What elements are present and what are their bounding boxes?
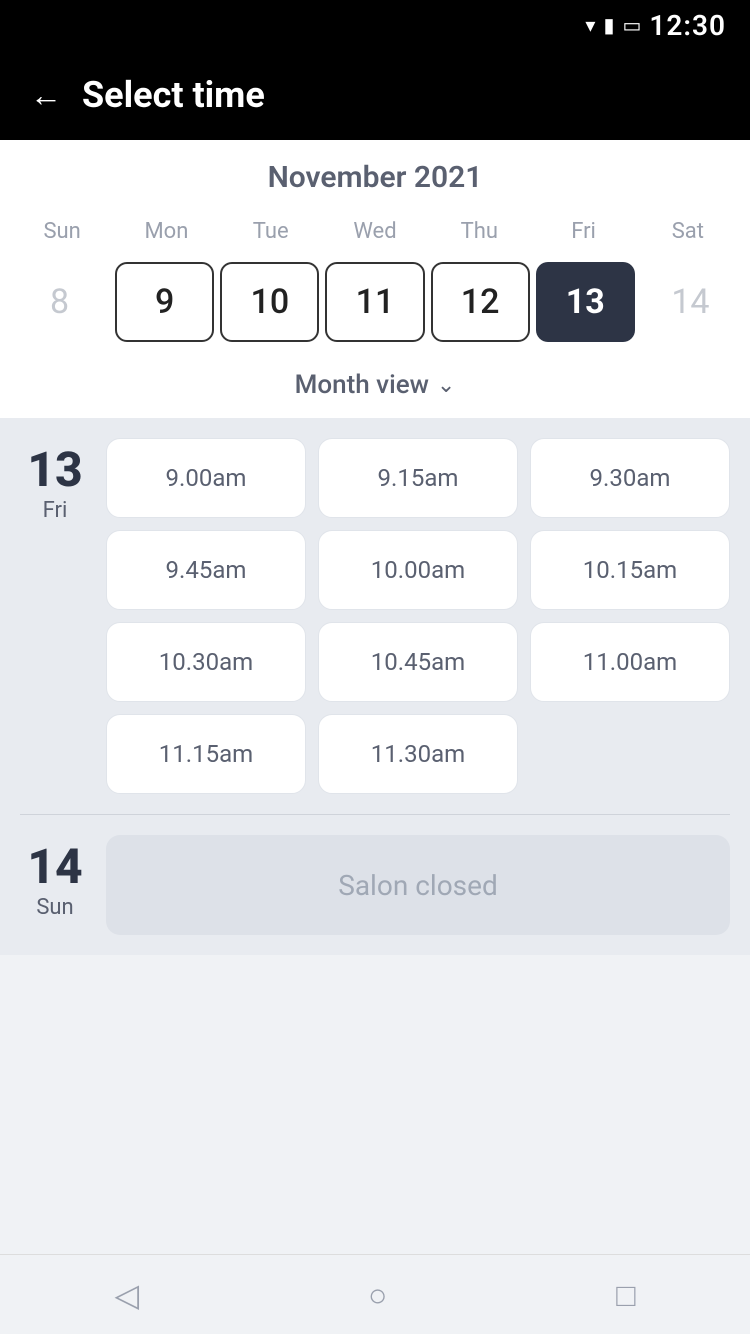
bottom-nav: ◁ ○ □ <box>0 1254 750 1334</box>
time-slot-1015[interactable]: 10.15am <box>530 530 730 610</box>
signal-icon: ▮ <box>603 13 614 37</box>
day-number-14: 14 <box>27 843 82 891</box>
time-slot-1030[interactable]: 10.30am <box>106 622 306 702</box>
day-block-13: 13 Fri 9.00am 9.15am 9.30am 9.45am 10.00… <box>20 438 730 794</box>
time-slot-900[interactable]: 9.00am <box>106 438 306 518</box>
day-name-sun: Sun <box>36 895 73 920</box>
day-label-14: 14 Sun <box>20 835 90 935</box>
day-headers: Sun Mon Tue Wed Thu Fri Sat <box>0 211 750 252</box>
header: ← Select time <box>0 50 750 140</box>
time-section: 13 Fri 9.00am 9.15am 9.30am 9.45am 10.00… <box>0 418 750 955</box>
day-header-wed: Wed <box>323 211 427 252</box>
time-slot-945[interactable]: 9.45am <box>106 530 306 610</box>
status-icons: ▾ ▮ ▭ 12:30 <box>585 9 726 42</box>
battery-icon: ▭ <box>622 13 641 37</box>
wifi-icon: ▾ <box>585 13 595 37</box>
time-grid-13: 9.00am 9.15am 9.30am 9.45am 10.00am 10.1… <box>106 438 730 794</box>
day-header-thu: Thu <box>427 211 531 252</box>
recent-nav-icon[interactable]: □ <box>616 1276 635 1314</box>
day-header-mon: Mon <box>114 211 218 252</box>
home-nav-icon[interactable]: ○ <box>368 1276 387 1314</box>
month-view-toggle[interactable]: Month view ⌄ <box>0 358 750 418</box>
day-header-sat: Sat <box>636 211 740 252</box>
month-title: November 2021 <box>0 160 750 195</box>
day-name-fri: Fri <box>43 498 68 523</box>
time-slot-1115[interactable]: 11.15am <box>106 714 306 794</box>
date-cell-12[interactable]: 12 <box>431 262 530 342</box>
day-header-fri: Fri <box>531 211 635 252</box>
date-cell-13[interactable]: 13 <box>536 262 635 342</box>
day-number-13: 13 <box>27 446 82 494</box>
status-bar: ▾ ▮ ▭ 12:30 <box>0 0 750 50</box>
date-cell-11[interactable]: 11 <box>325 262 424 342</box>
time-slot-1000[interactable]: 10.00am <box>318 530 518 610</box>
back-button[interactable]: ← <box>30 76 62 114</box>
day-label-13: 13 Fri <box>20 438 90 794</box>
back-nav-icon[interactable]: ◁ <box>114 1276 139 1314</box>
chevron-down-icon: ⌄ <box>437 373 455 398</box>
date-row: 8 9 10 11 12 13 14 <box>0 252 750 358</box>
calendar-section: November 2021 Sun Mon Tue Wed Thu Fri Sa… <box>0 140 750 418</box>
date-cell-9[interactable]: 9 <box>115 262 214 342</box>
section-divider <box>20 814 730 815</box>
month-view-label: Month view <box>295 370 429 400</box>
status-time: 12:30 <box>649 9 726 42</box>
date-cell-14[interactable]: 14 <box>641 262 740 342</box>
date-cell-8[interactable]: 8 <box>10 262 109 342</box>
date-cell-10[interactable]: 10 <box>220 262 319 342</box>
time-slot-1100[interactable]: 11.00am <box>530 622 730 702</box>
day-block-14: 14 Sun Salon closed <box>20 835 730 935</box>
time-slot-930[interactable]: 9.30am <box>530 438 730 518</box>
time-slot-1045[interactable]: 10.45am <box>318 622 518 702</box>
time-slot-915[interactable]: 9.15am <box>318 438 518 518</box>
salon-closed-label: Salon closed <box>106 835 730 935</box>
day-header-tue: Tue <box>219 211 323 252</box>
time-slot-1130[interactable]: 11.30am <box>318 714 518 794</box>
day-header-sun: Sun <box>10 211 114 252</box>
page-title: Select time <box>82 74 265 116</box>
